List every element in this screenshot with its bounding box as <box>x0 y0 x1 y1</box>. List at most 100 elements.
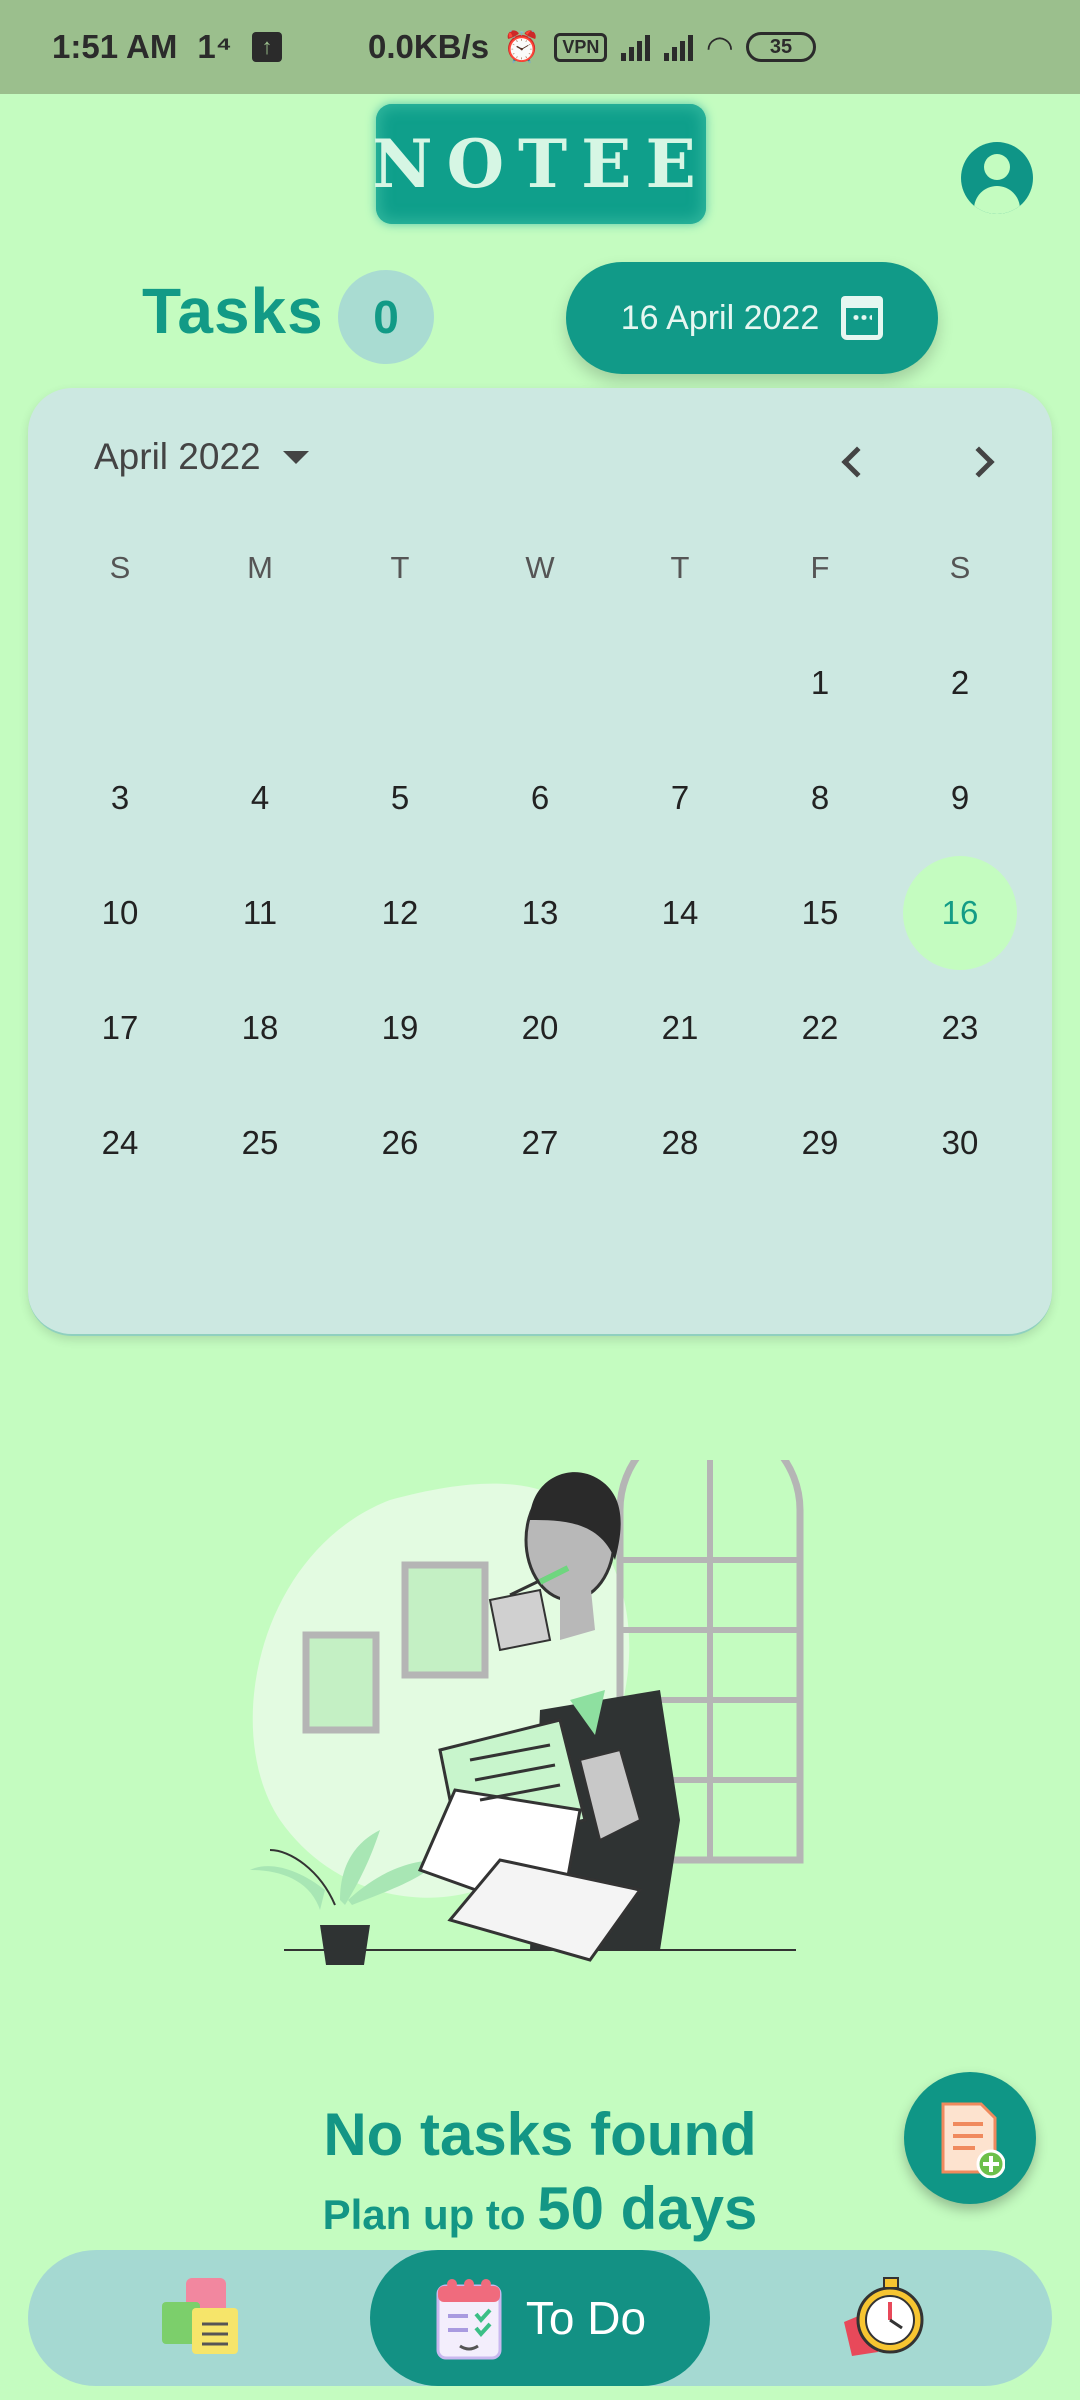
network-speed: 0.0KB/s <box>368 28 490 65</box>
calendar-day[interactable]: 19 <box>330 970 470 1085</box>
calendar-day[interactable]: 15 <box>750 855 890 970</box>
calendar-day[interactable]: 26 <box>330 1085 470 1200</box>
calendar-day[interactable]: 12 <box>330 855 470 970</box>
calendar-day-number: 2 <box>950 663 970 701</box>
calendar-grid: S M T W T F S 1 2 3 4 5 6 7 8 9 10 11 12 13 14 15 16 17 18 19 20 21… <box>50 510 1030 1200</box>
calendar-day[interactable]: 3 <box>50 740 190 855</box>
calendar-day[interactable]: 24 <box>50 1085 190 1200</box>
sticky-notes-icon[interactable] <box>158 2272 248 2362</box>
calendar-day-number: 20 <box>521 1008 559 1046</box>
calendar-day[interactable]: 14 <box>610 855 750 970</box>
calendar-day[interactable]: 22 <box>750 970 890 1085</box>
calendar-day[interactable]: 25 <box>190 1085 330 1200</box>
calendar-day[interactable]: 7 <box>610 740 750 855</box>
calendar-day-number: 13 <box>521 893 559 931</box>
calendar-blank-cell <box>330 625 470 740</box>
alarm-icon: ⏰ <box>503 30 541 64</box>
todo-tab-label: To Do <box>525 2292 647 2344</box>
calendar-blank-cell <box>610 625 750 740</box>
calendar-day-number: 24 <box>101 1123 139 1161</box>
calendar-day[interactable]: 5 <box>330 740 470 855</box>
date-picker-button[interactable]: 16 April 2022 <box>566 262 938 374</box>
calendar-day[interactable]: 17 <box>50 970 190 1085</box>
calendar-day-number: 7 <box>670 778 690 816</box>
calendar-day[interactable]: 21 <box>610 970 750 1085</box>
page-title: Tasks <box>142 275 324 347</box>
weekday-header: S <box>949 549 971 585</box>
previous-month-button[interactable] <box>822 432 882 492</box>
calendar-day-number: 21 <box>661 1008 699 1046</box>
calendar-day-number: 17 <box>101 1008 139 1046</box>
month-selector[interactable]: April 2022 <box>94 436 309 478</box>
calendar-day[interactable]: 30 <box>890 1085 1030 1200</box>
calendar-day-number: 6 <box>530 778 550 816</box>
calendar-day[interactable]: 29 <box>750 1085 890 1200</box>
calendar-widget: April 2022 S M T W T F S 1 2 3 4 5 6 7 8 9 10 11 12 13 14 15 1… <box>28 388 1052 1336</box>
calendar-day-number: 8 <box>810 778 830 816</box>
calendar-day[interactable]: 6 <box>470 740 610 855</box>
calendar-day-number: 25 <box>241 1123 279 1161</box>
calendar-day-number: 16 <box>903 855 1017 970</box>
calendar-day-number: 29 <box>801 1123 839 1161</box>
calendar-day-number: 23 <box>941 1008 979 1046</box>
status-bar: 1:51 AM 1⁴ ↑ 0.0KB/s ⏰ VPN ◠ 35 <box>0 0 1080 94</box>
calendar-day[interactable]: 27 <box>470 1085 610 1200</box>
calendar-day[interactable]: 13 <box>470 855 610 970</box>
calendar-day-number: 3 <box>110 778 130 816</box>
empty-state-subtitle: Plan up to 50 days <box>0 2174 1080 2243</box>
calendar-day-number: 27 <box>521 1123 559 1161</box>
calendar-day[interactable]: 18 <box>190 970 330 1085</box>
calendar-day-number: 10 <box>101 893 139 931</box>
calendar-blank-cell <box>190 625 330 740</box>
selected-date-label: 16 April 2022 <box>620 298 820 337</box>
calendar-day-number: 5 <box>390 778 410 816</box>
status-time: 1:51 AM <box>52 28 178 65</box>
weekday-header: T <box>670 549 690 585</box>
task-count-badge: 0 <box>338 270 434 364</box>
calendar-day[interactable]: 28 <box>610 1085 750 1200</box>
wifi-icon: ◠ <box>707 29 733 65</box>
thinking-person-illustration <box>250 1460 804 1965</box>
calendar-day[interactable]: 4 <box>190 740 330 855</box>
caret-down-icon <box>282 450 309 464</box>
weekday-header: F <box>810 549 830 585</box>
calendar-blank-cell <box>50 625 190 740</box>
calendar-day[interactable]: 9 <box>890 740 1030 855</box>
stopwatch-icon[interactable] <box>838 2272 928 2362</box>
account-circle-icon[interactable] <box>961 142 1033 214</box>
month-label: April 2022 <box>94 436 261 477</box>
add-task-button[interactable] <box>904 2072 1036 2204</box>
calendar-day[interactable]: 8 <box>750 740 890 855</box>
calendar-day-number: 15 <box>801 893 839 931</box>
calendar-day-number: 18 <box>241 1008 279 1046</box>
bottom-navigation: To Do <box>28 2250 1052 2386</box>
empty-state-sub-highlight: 50 days <box>537 2175 758 2242</box>
calendar-day-number: 19 <box>381 1008 419 1046</box>
calendar-day[interactable]: 10 <box>50 855 190 970</box>
signal-icon <box>621 33 651 61</box>
calendar-icon <box>841 296 884 340</box>
next-month-button[interactable] <box>954 432 1014 492</box>
todo-tab[interactable]: To Do <box>370 2250 710 2386</box>
calendar-day[interactable]: 1 <box>750 625 890 740</box>
weekday-header: M <box>247 549 273 585</box>
weekday-header: S <box>109 549 131 585</box>
calendar-day-number: 1 <box>810 663 830 701</box>
calendar-day-number: 14 <box>661 893 699 931</box>
calendar-day-number: 4 <box>250 778 270 816</box>
upload-icon: ↑ <box>252 32 283 62</box>
add-task-icon <box>941 2102 1005 2178</box>
calendar-day-number: 26 <box>381 1123 419 1161</box>
calendar-day-number: 22 <box>801 1008 839 1046</box>
calendar-day[interactable]: 2 <box>890 625 1030 740</box>
calendar-day[interactable]: 20 <box>470 970 610 1085</box>
battery-indicator: 35 <box>746 32 817 62</box>
weekday-header: T <box>390 549 410 585</box>
vpn-badge: VPN <box>554 32 608 62</box>
chevron-right-icon <box>963 446 995 478</box>
app-logo: NOTEE <box>372 104 706 224</box>
calendar-day-selected[interactable]: 16 <box>890 855 1030 970</box>
calendar-day[interactable]: 11 <box>190 855 330 970</box>
calendar-day[interactable]: 23 <box>890 970 1030 1085</box>
calendar-blank-cell <box>470 625 610 740</box>
